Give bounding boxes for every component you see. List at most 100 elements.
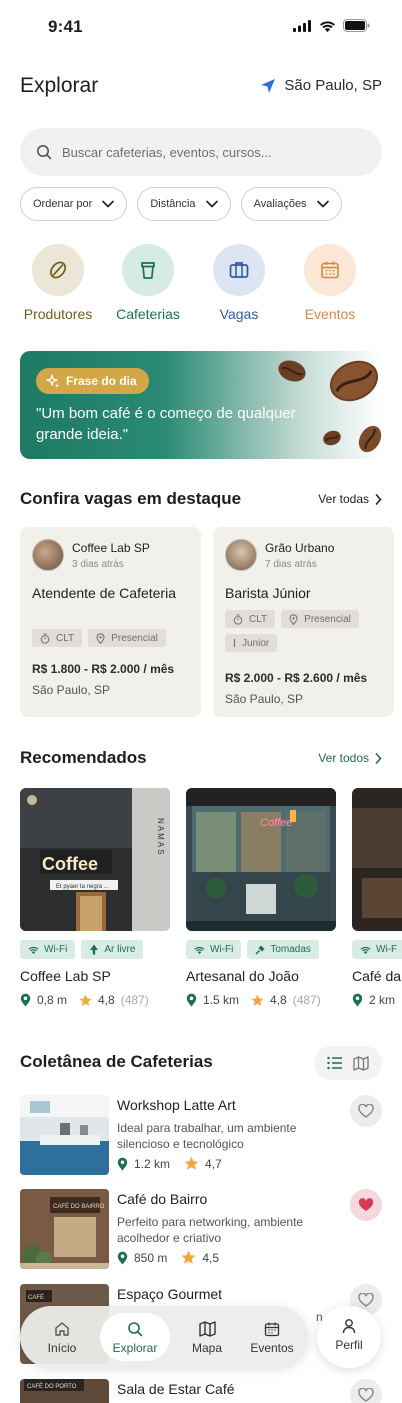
quote-badge: Frase do dia xyxy=(36,368,149,394)
category-cafes[interactable]: Cafeterias xyxy=(98,244,198,322)
category-jobs-circle xyxy=(213,244,265,296)
coffee-beans-image xyxy=(278,360,382,453)
filter-bar: Ordenar por Distância Avaliações xyxy=(20,187,342,221)
nav-item-events-label: Eventos xyxy=(250,1341,294,1355)
cafe-name: Café do Bairro xyxy=(117,1191,208,1207)
location-pin-icon xyxy=(20,993,31,1007)
cafe-name: Sala de Estar Café xyxy=(117,1381,235,1397)
cafe-meta: 1.5 km 4,8 (487) xyxy=(186,993,336,1007)
bar-icon xyxy=(233,639,236,647)
star-icon xyxy=(251,994,264,1006)
heart-filled-icon xyxy=(358,1198,374,1211)
job-tags: CLT Presencial xyxy=(32,629,192,647)
coffee-cup-icon xyxy=(141,262,155,279)
recommended-card[interactable]: Wi-F Café da 2 km xyxy=(352,788,402,1007)
filter-ratings[interactable]: Avaliações xyxy=(240,187,342,221)
job-card[interactable]: Coffee Lab SP 3 dias atrás Atendente de … xyxy=(20,527,201,717)
nav-item-map[interactable]: Mapa xyxy=(172,1313,242,1361)
nav-item-home-label: Início xyxy=(47,1341,77,1355)
favorite-button-active[interactable] xyxy=(350,1189,382,1221)
job-tag-label: Junior xyxy=(242,637,270,649)
cafe-description: Perfeito para networking, ambiente acolh… xyxy=(117,1215,304,1245)
status-time: 9:41 xyxy=(48,17,83,36)
category-events-circle xyxy=(304,244,356,296)
cafe-photo-art xyxy=(352,788,402,931)
cafe-name: Workshop Latte Art xyxy=(117,1097,236,1113)
wifi-icon xyxy=(360,946,371,954)
jobs-see-all-label: Ver todas xyxy=(318,492,369,506)
calendar-icon xyxy=(321,261,339,279)
filter-distance[interactable]: Distância xyxy=(137,187,231,221)
category-jobs[interactable]: Vagas xyxy=(189,244,289,322)
location-pin-icon xyxy=(289,613,298,625)
quote-badge-label: Frase do dia xyxy=(66,374,137,388)
jobs-section-header: Confira vagas em destaque Ver todas xyxy=(20,489,382,513)
filter-sort[interactable]: Ordenar por xyxy=(20,187,128,221)
cafe-rating: 4,8 xyxy=(98,993,115,1007)
cafe-meta: 850 m 4,5 xyxy=(117,1250,219,1265)
amenity-tag: Wi-Fi xyxy=(20,940,76,959)
nav-item-explore[interactable]: Explorar xyxy=(100,1313,170,1361)
amenity-tag: Wi-F xyxy=(352,940,402,959)
cafe-review-count: (487) xyxy=(120,993,149,1007)
job-company: Coffee Lab SP xyxy=(72,541,150,555)
collection-item[interactable]: CAFÉ DO PORTO Sala de Estar Café xyxy=(20,1379,382,1403)
location-pin-icon xyxy=(117,1157,128,1170)
collection-item[interactable]: CAFÉ DO BAIRRO Café do Bairro Perfeito p… xyxy=(20,1189,382,1269)
job-card[interactable]: Grão Urbano 7 dias atrás Barista Júnior … xyxy=(213,527,394,717)
map-view-icon[interactable] xyxy=(353,1055,369,1071)
jobs-see-all-link[interactable]: Ver todas xyxy=(318,492,382,506)
job-tag: Presencial xyxy=(281,610,359,628)
recommended-section-title: Recomendados xyxy=(20,748,147,767)
category-events[interactable]: Eventos xyxy=(280,244,380,322)
job-tags: CLT Presencial Junior xyxy=(225,610,385,652)
collection-section-title: Coletânea de Cafeterias xyxy=(20,1052,213,1071)
briefcase-icon xyxy=(229,262,249,278)
cafe-photo-art: Coffee Et pyaer ta negra ... NAMAS xyxy=(20,788,170,931)
location-selector[interactable]: São Paulo, SP xyxy=(260,77,382,94)
job-tag-label: Presencial xyxy=(111,632,158,644)
cafe-photo: Coffee xyxy=(186,788,336,931)
status-icons xyxy=(293,19,370,32)
neon-sign-text: Coffee xyxy=(260,817,292,829)
cafe-photo-art: Coffee xyxy=(186,788,336,931)
amenity-tag: Wi-Fi xyxy=(186,940,242,959)
search-input[interactable] xyxy=(62,144,352,160)
nav-item-map-label: Mapa xyxy=(191,1341,223,1355)
job-date: 7 dias atrás xyxy=(265,559,317,570)
job-tag: CLT xyxy=(32,629,83,647)
category-producers-circle xyxy=(32,244,84,296)
page-title: Explorar xyxy=(20,74,99,97)
coffee-bean-icon xyxy=(50,261,66,279)
list-view-icon[interactable] xyxy=(327,1056,343,1070)
home-icon xyxy=(55,1322,69,1336)
chevron-right-icon xyxy=(375,752,382,764)
recommended-card[interactable]: Coffee Wi-Fi Tomadas Artesanal do João 1… xyxy=(186,788,336,1007)
category-producers[interactable]: Produtores xyxy=(8,244,108,322)
header: Explorar São Paulo, SP xyxy=(20,72,382,102)
search-icon xyxy=(37,145,52,160)
job-location: São Paulo, SP xyxy=(225,692,304,706)
cafe-review-count: (487) xyxy=(292,993,321,1007)
job-title: Atendente de Cafeteria xyxy=(32,585,176,601)
cafe-thumbnail: CAFÉ DO PORTO xyxy=(20,1379,109,1403)
favorite-button[interactable] xyxy=(350,1095,382,1127)
location-label: São Paulo, SP xyxy=(284,77,382,94)
favorite-button[interactable] xyxy=(350,1379,382,1403)
cafe-rating: 4,7 xyxy=(205,1156,222,1171)
recommended-card[interactable]: Coffee Et pyaer ta negra ... NAMAS Wi-Fi… xyxy=(20,788,170,1007)
search-bar[interactable] xyxy=(20,128,382,176)
cafe-name: Café da xyxy=(352,968,402,984)
search-icon xyxy=(128,1322,143,1337)
cafe-distance: 0,8 m xyxy=(37,993,68,1007)
profile-button[interactable]: Perfil xyxy=(317,1306,381,1368)
location-pin-icon xyxy=(117,1251,128,1264)
job-location: São Paulo, SP xyxy=(32,683,111,697)
collection-item[interactable]: Workshop Latte Art Ideal para trabalhar,… xyxy=(20,1095,382,1175)
nav-item-home[interactable]: Início xyxy=(27,1313,97,1361)
recommended-see-all-link[interactable]: Ver todos xyxy=(318,751,382,765)
cafe-distance: 1.2 km xyxy=(134,1156,171,1171)
jobs-section-title: Confira vagas em destaque xyxy=(20,489,242,508)
nav-item-events[interactable]: Eventos xyxy=(237,1313,307,1361)
bottom-nav: Início Explorar Mapa Eventos xyxy=(20,1306,308,1368)
